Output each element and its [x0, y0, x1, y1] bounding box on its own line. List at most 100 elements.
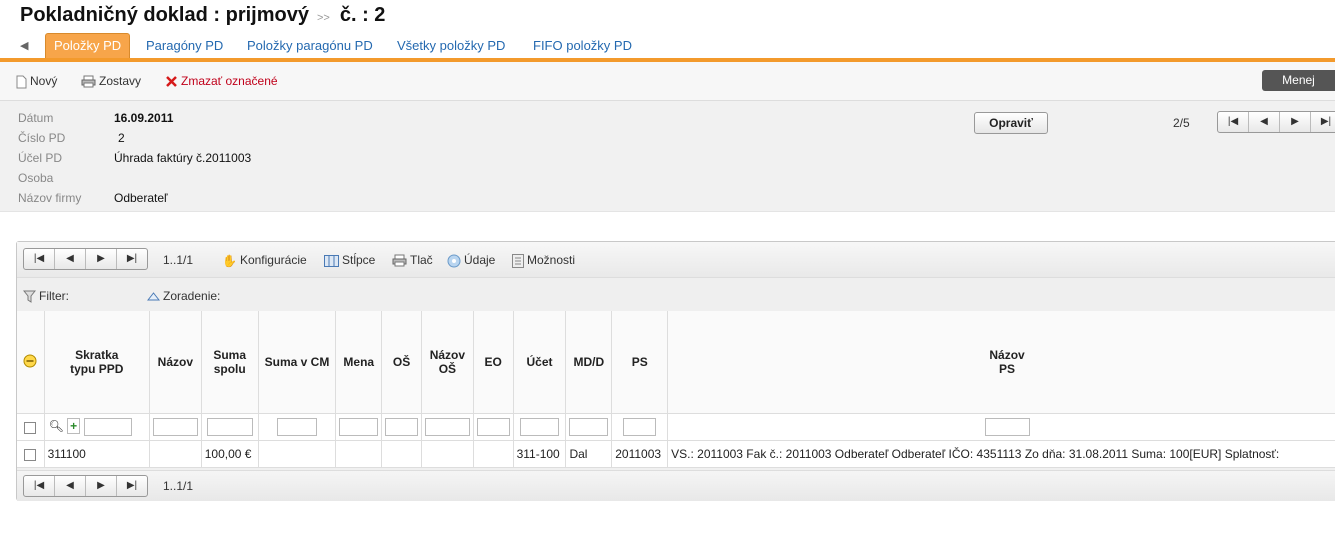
tab-scroll-left-icon[interactable]: ◀ — [20, 39, 28, 52]
col-nazov-os[interactable]: Názov OŠ — [421, 311, 474, 414]
label-nazov-firmy: Názov firmy — [18, 191, 82, 205]
filter-input-nazov-ps[interactable] — [984, 418, 1030, 436]
col-suma-v-cm[interactable]: Suma v CM — [258, 311, 337, 414]
filter-input-ps[interactable] — [623, 418, 657, 436]
filter-control[interactable]: Filter: — [23, 289, 69, 304]
filter-cell-mena — [335, 413, 383, 441]
columns-button[interactable]: Stĺpce — [324, 253, 375, 267]
label-ucel-pd: Účel PD — [18, 151, 63, 165]
table-row[interactable]: 311100 100,00 € 311-100 Dal 2011003 VS.:… — [17, 440, 1335, 468]
delete-selected-button[interactable]: Zmazať označené — [165, 74, 278, 88]
prev-record-icon[interactable]: ◀ — [1249, 112, 1280, 132]
select-all-header[interactable] — [17, 311, 45, 414]
column-filter-row: 🔍︎ + — [17, 413, 1335, 441]
tab-polozky-pd[interactable]: Položky PD — [45, 33, 131, 59]
options-icon — [512, 253, 524, 268]
main-toolbar: Nový Zostavy Zmazať označené Menej — [0, 62, 1335, 101]
less-button[interactable]: Menej — [1262, 70, 1335, 91]
filter-input-nazov[interactable] — [152, 418, 198, 436]
new-button[interactable]: Nový — [16, 74, 57, 89]
label-cislo-pd: Číslo PD — [18, 131, 66, 145]
col-ps[interactable]: PS — [611, 311, 669, 414]
select-all-icon — [23, 354, 37, 367]
data-button[interactable]: Údaje — [447, 253, 495, 268]
filter-cell-nazov-os — [421, 413, 474, 441]
cell-nazov — [149, 440, 202, 468]
first-record-icon[interactable]: |◀ — [1218, 112, 1249, 132]
tab-paragony-pd[interactable]: Paragóny PD — [138, 33, 231, 58]
filter-cell-skratka: 🔍︎ + — [44, 413, 150, 441]
cell-suma-v-cm — [258, 440, 337, 468]
grid-page-info: 1..1/1 — [163, 253, 194, 267]
title-bar: Pokladničný doklad : prijmový >> č. : 2 ◀ … — [0, 0, 1335, 59]
edit-button[interactable]: Opraviť — [974, 112, 1048, 134]
prev-page-icon[interactable]: ◀ — [55, 249, 86, 269]
printer-icon — [392, 254, 407, 267]
col-eo[interactable]: EO — [473, 311, 514, 414]
print-button[interactable]: Tlač — [392, 253, 433, 267]
first-page-icon[interactable]: |◀ — [24, 249, 55, 269]
last-record-icon[interactable]: ▶| — [1311, 112, 1335, 132]
filter-input-nazov-os[interactable] — [424, 418, 470, 436]
col-ucet[interactable]: Účet — [513, 311, 567, 414]
reports-button[interactable]: Zostavy — [81, 74, 141, 88]
tab-vsetky-polozky-pd[interactable]: Všetky položky PD — [389, 33, 513, 58]
col-os[interactable]: OŠ — [381, 311, 422, 414]
next-record-icon[interactable]: ▶ — [1280, 112, 1311, 132]
filter-input-eo[interactable] — [476, 418, 510, 436]
label-datum: Dátum — [18, 111, 54, 125]
label-osoba: Osoba — [18, 171, 54, 185]
next-page-icon[interactable]: ▶ — [86, 249, 117, 269]
cell-mena — [335, 440, 383, 468]
value-cislo-pd: 2 — [118, 131, 125, 145]
col-skratka-typu-ppd[interactable]: Skratka typu PPD — [44, 311, 150, 414]
items-table: Skratka typu PPD Názov Suma spolu Suma v… — [17, 311, 1335, 468]
sort-control[interactable]: Zoradenie: — [147, 289, 220, 303]
document-icon — [16, 75, 27, 89]
options-button[interactable]: Možnosti — [512, 253, 575, 268]
search-icon[interactable]: 🔍︎ — [49, 419, 64, 433]
printer-icon — [81, 75, 96, 88]
cell-ps: 2011003 — [611, 440, 669, 468]
sort-triangle-icon — [147, 292, 160, 301]
grid-page-info-bottom: 1..1/1 — [163, 479, 194, 493]
cell-eo — [473, 440, 514, 468]
row-checkbox[interactable] — [24, 448, 37, 461]
next-page-icon[interactable]: ▶ — [86, 476, 117, 496]
cell-nazov-ps: VS.: 2011003 Fak č.: 2011003 Odberateľ O… — [667, 440, 1335, 468]
tab-bar: ◀ Položky PD Paragóny PD Položky paragón… — [0, 33, 1335, 59]
col-nazov-ps[interactable]: Názov PS — [667, 311, 1335, 414]
filter-input-suma[interactable] — [206, 418, 253, 436]
col-md-d[interactable]: MD/D — [565, 311, 613, 414]
filter-row-checkbox[interactable] — [24, 421, 37, 434]
col-mena[interactable]: Mena — [335, 311, 383, 414]
table-header-row: Skratka typu PPD Názov Suma spolu Suma v… — [17, 311, 1335, 414]
cell-md-d: Dal — [565, 440, 613, 468]
grid-pager-top: |◀ ◀ ▶ ▶| — [23, 248, 148, 270]
filter-input-suma-cm[interactable] — [277, 418, 317, 436]
value-datum: 16.09.2011 — [114, 111, 174, 125]
prev-page-icon[interactable]: ◀ — [55, 476, 86, 496]
grid-footer: |◀ ◀ ▶ ▶| 1..1/1 — [17, 470, 1335, 501]
filter-cell-nazov — [149, 413, 202, 441]
filter-input-md-d[interactable] — [569, 418, 609, 436]
filter-input-ucet[interactable] — [520, 418, 559, 436]
configurations-button[interactable]: ✋ Konfigurácie — [222, 253, 307, 268]
cell-suma-spolu: 100,00 € — [201, 440, 259, 468]
col-nazov[interactable]: Názov — [149, 311, 202, 414]
add-filter-icon[interactable]: + — [67, 418, 81, 435]
tab-polozky-paragonu-pd[interactable]: Položky paragónu PD — [239, 33, 381, 58]
document-form: Dátum 16.09.2011 Číslo PD 2 Účel PD Úhra… — [0, 101, 1335, 212]
tab-fifo-polozky-pd[interactable]: FIFO položky PD — [525, 33, 640, 58]
disk-icon — [447, 254, 461, 268]
grid-pager-bottom: |◀ ◀ ▶ ▶| — [23, 475, 148, 497]
first-page-icon[interactable]: |◀ — [24, 476, 55, 496]
col-suma-spolu[interactable]: Suma spolu — [201, 311, 259, 414]
filter-input-skratka[interactable] — [83, 418, 132, 436]
record-position: 2/5 — [1173, 116, 1190, 130]
filter-input-os[interactable] — [385, 418, 419, 436]
last-page-icon[interactable]: ▶| — [117, 249, 147, 269]
last-page-icon[interactable]: ▶| — [117, 476, 147, 496]
filter-input-mena[interactable] — [339, 418, 379, 436]
record-pager: |◀ ◀ ▶ ▶| — [1217, 111, 1335, 133]
